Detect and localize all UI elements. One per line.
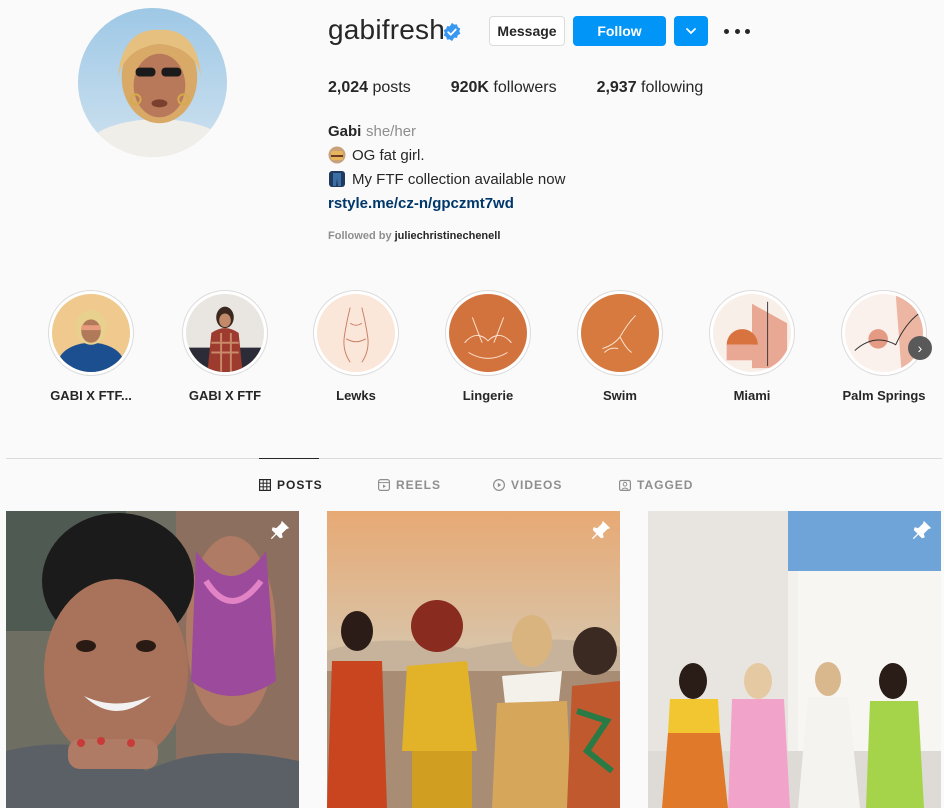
jeans-emoji-icon	[329, 171, 345, 187]
post-image	[327, 511, 620, 808]
post-image	[648, 511, 941, 808]
message-button[interactable]: Message	[489, 16, 565, 46]
play-icon	[493, 479, 505, 491]
highlight-item[interactable]: Miami	[702, 290, 802, 403]
posts-stat: 2,024 posts	[328, 79, 411, 96]
tab-reels[interactable]: REELS	[378, 478, 441, 492]
highlight-item[interactable]: GABI X FTF	[175, 290, 275, 403]
highlight-label: GABI X FTF	[188, 388, 262, 403]
post-thumbnail[interactable]	[648, 511, 941, 808]
reels-icon	[378, 479, 390, 491]
avatar-photo	[78, 8, 227, 157]
grid-icon	[259, 479, 271, 491]
story-highlights: GABI X FTF... GABI X FTF Lewks Lingerie …	[0, 290, 944, 410]
highlight-label: Lingerie	[462, 388, 514, 403]
hamburger-emoji-icon	[328, 146, 346, 164]
followed-by[interactable]: Followed by juliechristinechenell	[328, 230, 500, 242]
bio-line-2: My FTF collection available now	[328, 170, 565, 188]
highlight-cover-image	[581, 294, 659, 372]
more-options-icon[interactable]	[724, 22, 750, 40]
highlight-item[interactable]: Lewks	[306, 290, 406, 403]
post-thumbnail[interactable]	[6, 511, 299, 808]
highlight-label: Lewks	[336, 388, 376, 403]
tab-tagged[interactable]: TAGGED	[619, 478, 693, 492]
pinned-post-icon	[270, 520, 290, 540]
highlight-item[interactable]: Swim	[570, 290, 670, 403]
highlight-label: GABI X FTF...	[50, 388, 132, 403]
followers-stat[interactable]: 920K followers	[451, 79, 557, 97]
suggestions-dropdown-button[interactable]	[674, 16, 708, 46]
highlight-label: Swim	[603, 388, 637, 403]
follow-button[interactable]: Follow	[573, 16, 666, 46]
highlight-item[interactable]: Lingerie	[438, 290, 538, 403]
tag-icon	[619, 479, 631, 491]
bio-line-2-text: My FTF collection available now	[352, 170, 566, 188]
tab-videos[interactable]: VIDEOS	[493, 478, 562, 492]
bio-line-1-text: OG fat girl.	[352, 146, 425, 164]
highlight-label: Miami	[733, 388, 771, 403]
tabs-divider	[6, 458, 942, 459]
highlight-cover-image	[186, 294, 264, 372]
following-stat[interactable]: 2,937 following	[597, 79, 704, 97]
highlight-cover-image	[845, 294, 923, 372]
tab-posts[interactable]: POSTS	[259, 478, 323, 492]
highlight-cover-image	[52, 294, 130, 372]
profile-username: gabifresh	[328, 14, 445, 45]
bio-name: Gabi	[328, 123, 362, 140]
post-image	[6, 511, 299, 808]
chevron-down-icon	[686, 28, 696, 35]
highlight-cover-image	[449, 294, 527, 372]
highlight-cover-image	[317, 294, 395, 372]
profile-stats: 2,024 posts 920K followers 2,937 followi…	[328, 79, 743, 97]
bio-external-link[interactable]: rstyle.me/cz-n/gpczmt7wd	[328, 195, 514, 212]
highlight-label: Palm Springs	[842, 388, 926, 403]
highlight-cover-image	[713, 294, 791, 372]
bio-pronouns: she/her	[366, 123, 417, 140]
verified-badge-icon	[443, 22, 461, 42]
pinned-post-icon	[912, 520, 932, 540]
bio-line-1: OG fat girl.	[328, 146, 425, 164]
pinned-post-icon	[591, 520, 611, 540]
highlight-item[interactable]: GABI X FTF...	[41, 290, 141, 403]
profile-avatar[interactable]	[78, 8, 227, 157]
active-tab-indicator	[259, 458, 319, 459]
post-thumbnail[interactable]	[327, 511, 620, 808]
highlights-next-arrow-icon[interactable]: ›	[908, 336, 932, 360]
